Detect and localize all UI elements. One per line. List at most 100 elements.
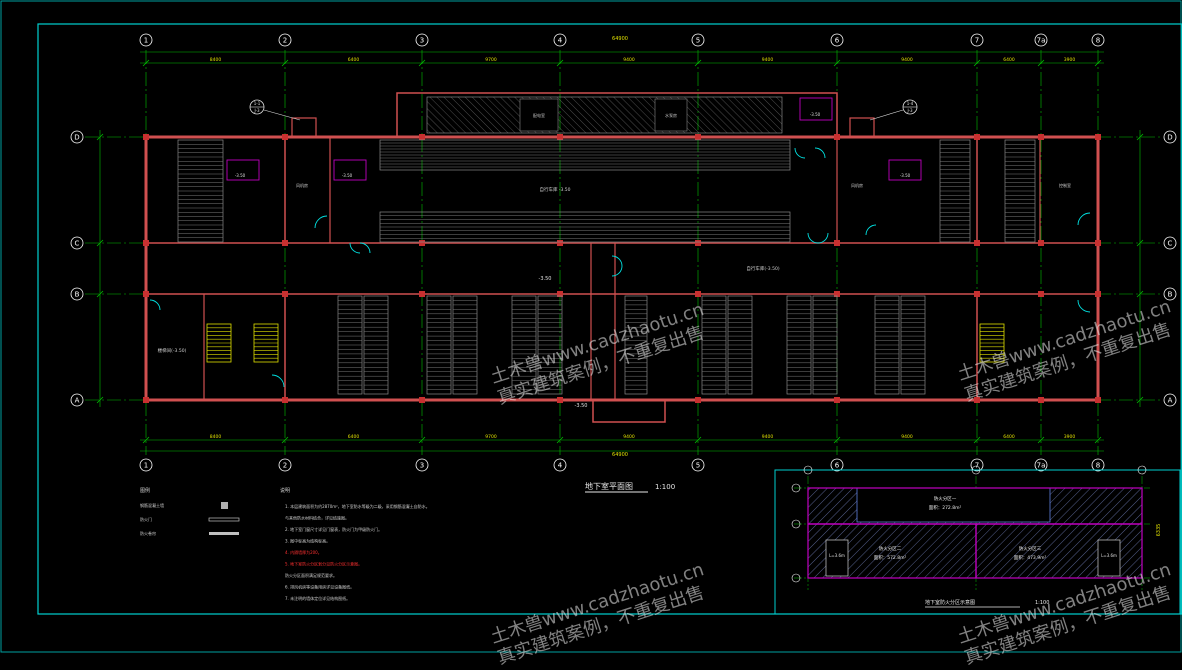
fire-zone-scale: 1:100 <box>1035 600 1049 606</box>
dim-value: 8400 <box>210 57 222 63</box>
cad-drawing-canvas: 1 1 2 2 3 3 4 4 5 5 6 6 7 7 7a 7a 8 8 D D C C B B A A 8400 6400 970… <box>0 0 1182 669</box>
room-label-fan-left: 风机房 <box>296 182 308 188</box>
fire-zone-1-cutout <box>856 488 1051 523</box>
axis-label-row: B <box>75 291 80 299</box>
callout-right-bottom: J-3 <box>906 108 912 113</box>
note-line: 5. 地下室防火分区划分见防火分区示意图。 <box>285 561 362 567</box>
level-mark-room-3: -3.50 <box>900 173 911 178</box>
dim-value: 8400 <box>210 434 222 440</box>
axis-label-col: 7a <box>1037 462 1046 470</box>
axis-label-col: 4 <box>558 462 563 470</box>
axis-label-col: 5 <box>696 462 700 470</box>
axis-label-col: 3 <box>420 37 424 45</box>
legend-swatch-wall <box>221 502 228 509</box>
structural-column <box>1095 240 1101 246</box>
callout-left-top: 1-1 <box>254 101 261 106</box>
building-walls <box>144 92 1100 423</box>
axis-label-col: 6 <box>835 37 840 45</box>
structural-column <box>282 397 288 403</box>
structural-column <box>834 240 840 246</box>
axis-label-row: B <box>1168 291 1173 299</box>
room-label-fan-right: 风机房 <box>851 182 863 188</box>
fire-zone-3-name: 防火分区三 <box>1019 545 1042 552</box>
fire-zone-dim: 6335 <box>1156 524 1162 537</box>
structural-column <box>1038 397 1044 403</box>
structural-column <box>419 240 425 246</box>
legend-item-1: 钢筋混凝土墙 <box>140 502 164 508</box>
dim-value: 6400 <box>1003 434 1015 440</box>
structural-column <box>695 134 701 140</box>
main-scale: 1:100 <box>655 483 675 491</box>
axis-label-col: 3 <box>420 462 424 470</box>
dim-value: 9400 <box>901 57 913 63</box>
dim-value: 9700 <box>485 434 497 440</box>
legend-swatch-shutter <box>209 532 239 535</box>
level-mark-room-1: -3.50 <box>235 173 246 178</box>
note-line: 1. 本层建筑面积为约2870m²，地下室防水等级为二级，采用钢筋混凝土自防水。 <box>285 503 430 509</box>
structural-column <box>282 134 288 140</box>
structural-column <box>557 240 563 246</box>
structural-column <box>419 291 425 297</box>
axis-label-col: 5 <box>696 37 700 45</box>
structural-column <box>282 240 288 246</box>
floor-plan-svg: 1 1 2 2 3 3 4 4 5 5 6 6 7 7 7a 7a 8 8 D D C C B B A A 8400 6400 970… <box>0 0 1182 653</box>
dim-value: 6400 <box>348 434 360 440</box>
bike-stall-layer <box>177 139 1036 395</box>
axis-label-row: C <box>1168 240 1173 248</box>
fire-zone-1-area: 面积：272.8m² <box>929 504 962 511</box>
fire-zone-2-area: 面积：572.8m² <box>874 554 907 561</box>
level-mark-south: -3.50 <box>575 403 588 409</box>
note-line: 防火分区面积满足规范要求。 <box>285 572 337 578</box>
axis-label-col: 1 <box>144 462 148 470</box>
structural-column <box>974 397 980 403</box>
axis-label-col: 4 <box>558 37 563 45</box>
structural-column <box>1038 291 1044 297</box>
structural-column <box>143 291 149 297</box>
structural-column <box>974 134 980 140</box>
dim-value: 3900 <box>1064 434 1076 440</box>
structural-column <box>974 291 980 297</box>
legend-block: 图例 钢筋混凝土墙 防火门 防火卷帘 <box>140 487 240 536</box>
structural-column <box>557 397 563 403</box>
fire-exit-right-label: L=3.6m <box>1101 553 1117 558</box>
fire-exit-right <box>1097 539 1121 577</box>
fire-zone-1-name: 防火分区一 <box>934 495 957 502</box>
legend-swatch-door <box>208 517 240 522</box>
axis-label-col: 7a <box>1037 37 1046 45</box>
stair-east <box>979 323 1005 363</box>
dim-value: 9400 <box>623 57 635 63</box>
dim-value: 3900 <box>1064 57 1076 63</box>
axis-label-col: 2 <box>283 37 287 45</box>
structural-column <box>282 291 288 297</box>
structural-column <box>695 291 701 297</box>
vent-shaft-left <box>291 117 317 138</box>
structural-column <box>1038 240 1044 246</box>
notes-heading: 说明 <box>280 487 290 494</box>
room-label-control: 控制室 <box>1059 182 1071 188</box>
note-line: 与其他防水材料结合，详见结施图。 <box>285 515 349 521</box>
level-mark-center: -3.50 <box>539 276 552 282</box>
room-label-west-stair: 楼梯间(-3.50) <box>158 347 187 354</box>
callout-left-bottom: J-3 <box>253 108 259 113</box>
axis-label-row: C <box>75 240 80 248</box>
main-title-block: 地下室平面图 1:100 <box>585 481 675 493</box>
fire-exit-left-label: L=3.6m <box>829 553 845 558</box>
fire-exit-left <box>825 539 849 577</box>
axis-label-col: 7 <box>975 462 979 470</box>
level-mark-room-2: -3.50 <box>342 173 353 178</box>
callout-left: 1-1 J-3 <box>249 99 301 121</box>
structural-column <box>1095 291 1101 297</box>
axis-label-col: 7 <box>975 37 979 45</box>
dim-value: 9400 <box>762 434 774 440</box>
legend-heading: 图例 <box>140 487 150 494</box>
axis-label-col: 6 <box>835 462 840 470</box>
callout-right: 1-4 J-3 <box>869 99 918 121</box>
dim-value: 6400 <box>348 57 360 63</box>
structural-column <box>974 240 980 246</box>
annex-room-label-1: 配电室 <box>533 112 545 118</box>
axis-label-row: A <box>1168 397 1173 405</box>
structural-column <box>143 134 149 140</box>
room-labels: 自行车库 -3.50 自行车库(-3.50) 楼梯间(-3.50) -3.50 … <box>158 112 1071 409</box>
door-swings <box>149 147 1091 388</box>
dim-value: 9400 <box>623 434 635 440</box>
